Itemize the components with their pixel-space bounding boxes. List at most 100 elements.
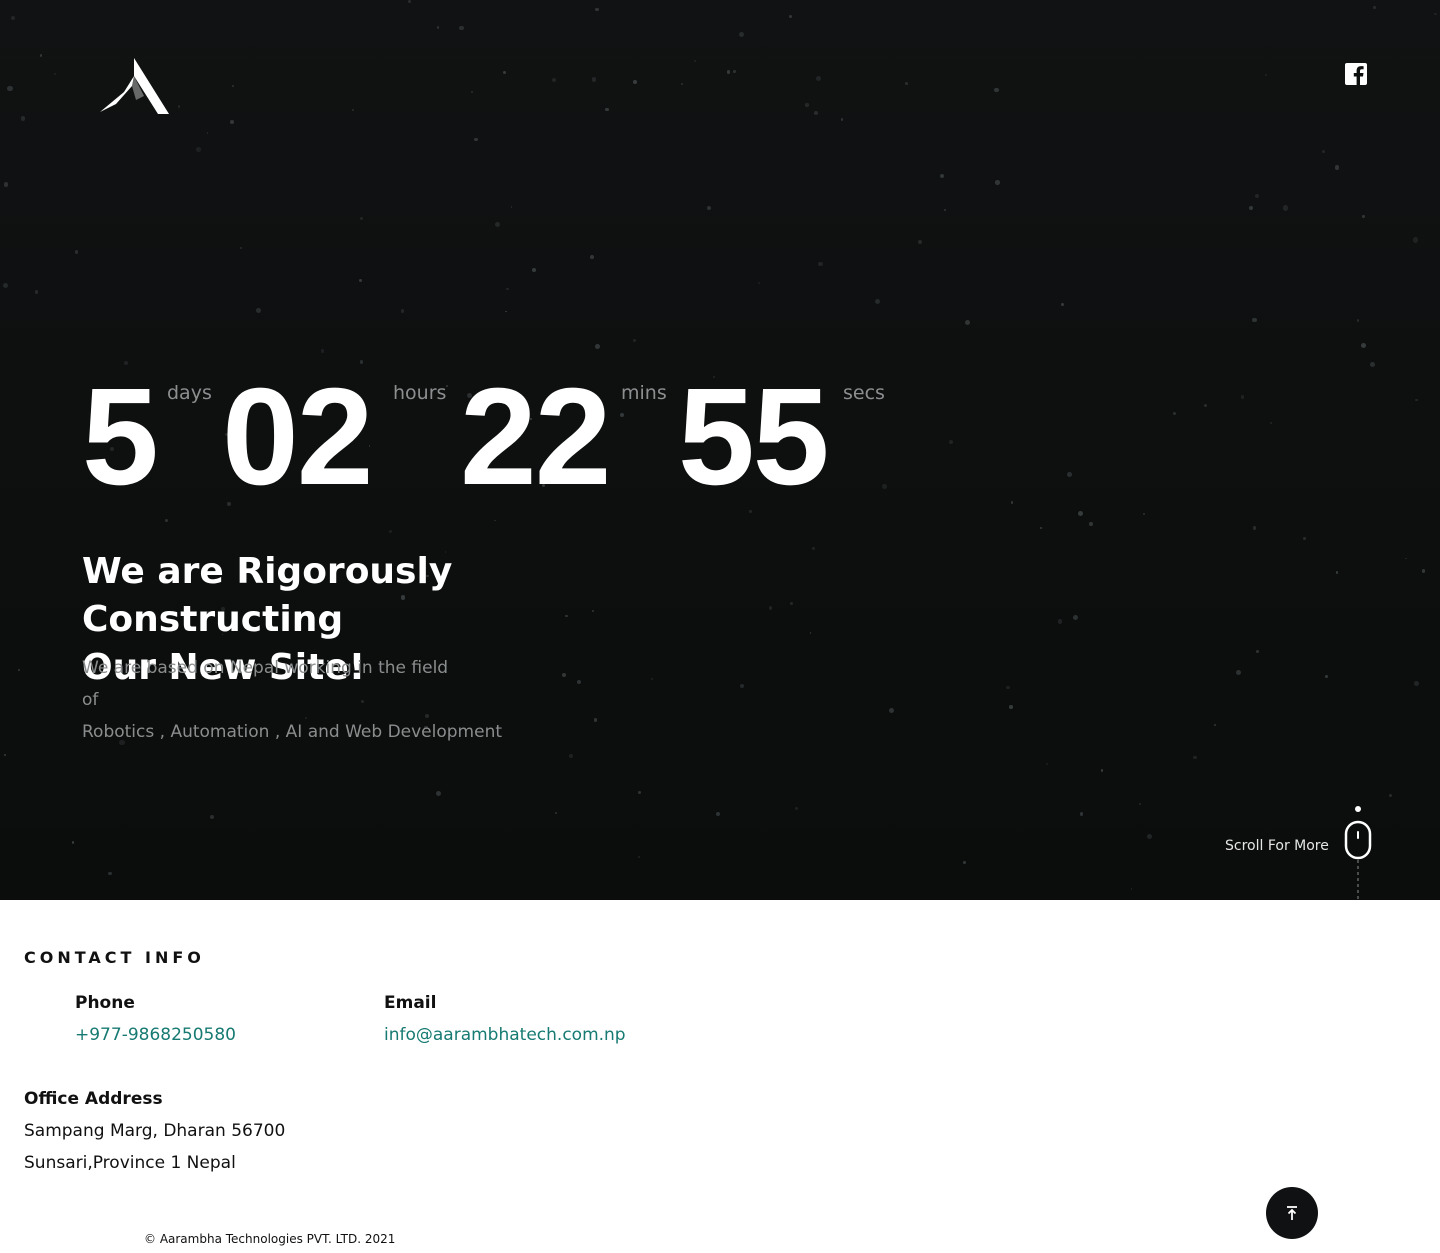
star-dot — [905, 82, 909, 85]
star-dot — [569, 753, 574, 758]
star-dot — [605, 107, 609, 112]
star-dot — [352, 109, 354, 111]
star-dot — [1213, 724, 1216, 727]
star-dot — [506, 287, 510, 291]
star-dot — [1061, 302, 1065, 306]
star-dot — [1252, 526, 1256, 530]
countdown-mins-label: mins — [621, 382, 667, 404]
countdown-days: 5 — [82, 360, 159, 514]
star-dot — [1089, 522, 1093, 526]
countdown-secs-label: secs — [843, 382, 885, 404]
star-dot — [593, 718, 598, 722]
star-dot — [814, 110, 819, 115]
countdown-hours-label: hours — [393, 382, 447, 404]
scroll-mouse-icon[interactable] — [1343, 800, 1373, 900]
star-dot — [1415, 399, 1418, 402]
address-line-1: Sampang Marg, Dharan 56700 — [24, 1121, 286, 1141]
hero-subtext: We are based on Nepal working in the fie… — [82, 652, 502, 748]
star-dot — [177, 105, 181, 109]
star-dot — [7, 85, 13, 92]
star-dot — [459, 25, 464, 31]
email-link[interactable]: info@aarambhatech.com.np — [384, 1025, 626, 1045]
star-dot — [1335, 570, 1339, 574]
star-dot — [256, 308, 261, 314]
star-dot — [1252, 317, 1257, 323]
star-dot — [840, 118, 844, 121]
star-dot — [1361, 342, 1367, 348]
star-dot — [964, 320, 971, 326]
back-to-top-button[interactable] — [1266, 1187, 1318, 1239]
facebook-icon[interactable] — [1345, 63, 1367, 85]
countdown-days-label: days — [167, 382, 212, 404]
star-dot — [1413, 681, 1419, 687]
star-dot — [436, 26, 439, 29]
star-dot — [1334, 165, 1339, 170]
star-dot — [206, 131, 209, 134]
star-dot — [789, 14, 793, 19]
star-dot — [1283, 205, 1289, 211]
phone-label: Phone — [75, 993, 135, 1013]
star-dot — [637, 790, 642, 795]
address-line-2: Sunsari,Province 1 Nepal — [24, 1153, 236, 1173]
star-dot — [11, 16, 16, 21]
star-dot — [435, 791, 442, 797]
star-dot — [532, 267, 537, 272]
email-label: Email — [384, 993, 437, 1013]
star-dot — [1322, 150, 1326, 154]
star-dot — [1388, 793, 1393, 798]
star-dot — [637, 856, 640, 859]
star-dot — [505, 310, 507, 313]
scroll-for-more-label[interactable]: Scroll For More — [1225, 838, 1329, 854]
star-dot — [1139, 803, 1142, 806]
star-dot — [210, 815, 215, 820]
star-dot — [1373, 6, 1376, 9]
hero-section: 5 days 02 hours 22 mins 55 secs We are R… — [0, 0, 1440, 900]
star-dot — [71, 841, 75, 844]
star-dot — [4, 182, 9, 187]
aarambha-logo[interactable] — [96, 56, 172, 118]
star-dot — [589, 254, 594, 259]
star-dot — [740, 684, 744, 688]
star-dot — [34, 289, 39, 294]
star-dot — [165, 518, 169, 523]
star-dot — [1255, 194, 1260, 199]
star-dot — [949, 440, 953, 445]
star-dot — [1078, 510, 1084, 516]
star-dot — [502, 71, 506, 75]
star-dot — [1146, 833, 1153, 840]
arrow-up-to-top-icon — [1287, 1206, 1297, 1220]
star-dot — [1067, 472, 1072, 478]
star-dot — [769, 606, 773, 610]
star-dot — [874, 298, 881, 305]
contact-info-heading: CONTACT INFO — [24, 948, 205, 967]
star-dot — [39, 54, 43, 58]
star-dot — [738, 31, 745, 37]
star-dot — [231, 84, 234, 87]
subtext-line-1: We are based on Nepal working in the fie… — [82, 658, 449, 678]
star-dot — [595, 7, 599, 11]
star-dot — [358, 279, 362, 283]
star-dot — [1421, 569, 1426, 573]
star-dot — [1369, 361, 1375, 367]
star-dot — [591, 77, 597, 82]
star-dot — [1173, 412, 1176, 415]
countdown-hours: 02 — [222, 360, 373, 514]
star-dot — [790, 601, 794, 606]
star-dot — [995, 180, 1000, 186]
star-dot — [706, 206, 712, 211]
star-dot — [4, 754, 7, 757]
star-dot — [633, 338, 637, 343]
star-dot — [230, 119, 235, 125]
phone-link[interactable]: +977-9868250580 — [75, 1025, 236, 1045]
star-dot — [940, 173, 945, 178]
star-dot — [1010, 500, 1014, 504]
star-dot — [1235, 669, 1241, 675]
star-dot — [471, 91, 474, 94]
star-dot — [1412, 237, 1418, 243]
star-dot — [1006, 686, 1010, 690]
star-dot — [1248, 205, 1253, 211]
star-dot — [805, 103, 809, 107]
star-dot — [1324, 675, 1328, 679]
star-dot — [18, 668, 21, 671]
countdown-mins: 22 — [460, 360, 611, 514]
